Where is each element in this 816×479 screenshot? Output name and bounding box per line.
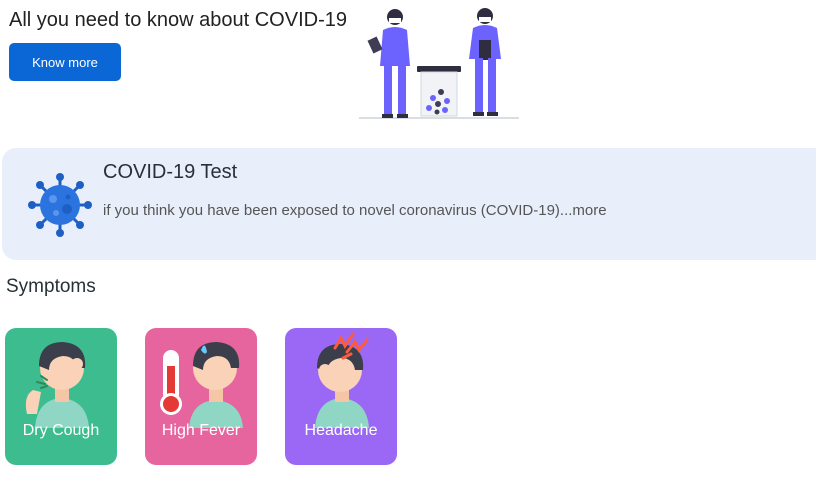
virus-icon <box>28 173 92 237</box>
know-more-button[interactable]: Know more <box>9 43 121 81</box>
symptom-card-high-fever[interactable]: High Fever <box>145 328 257 465</box>
cough-icon <box>25 342 89 428</box>
medical-staff-illustration <box>359 8 519 119</box>
symptom-label: Dry Cough <box>22 422 100 439</box>
hero-title: All you need to know about COVID-19 <box>9 9 347 31</box>
headache-icon <box>315 332 369 428</box>
symptom-card-headache[interactable]: Headache <box>285 328 397 465</box>
test-card-description[interactable]: if you think you have been exposed to no… <box>103 202 607 219</box>
test-card-title: COVID-19 Test <box>103 161 238 183</box>
symptom-label: High Fever <box>161 422 241 439</box>
thermometer-icon <box>160 342 243 428</box>
symptoms-heading: Symptoms <box>6 276 96 297</box>
symptom-label: Headache <box>304 422 378 439</box>
covid-test-card[interactable]: COVID-19 Test if you think you have been… <box>2 148 816 260</box>
symptom-card-dry-cough[interactable]: Dry Cough <box>5 328 117 465</box>
